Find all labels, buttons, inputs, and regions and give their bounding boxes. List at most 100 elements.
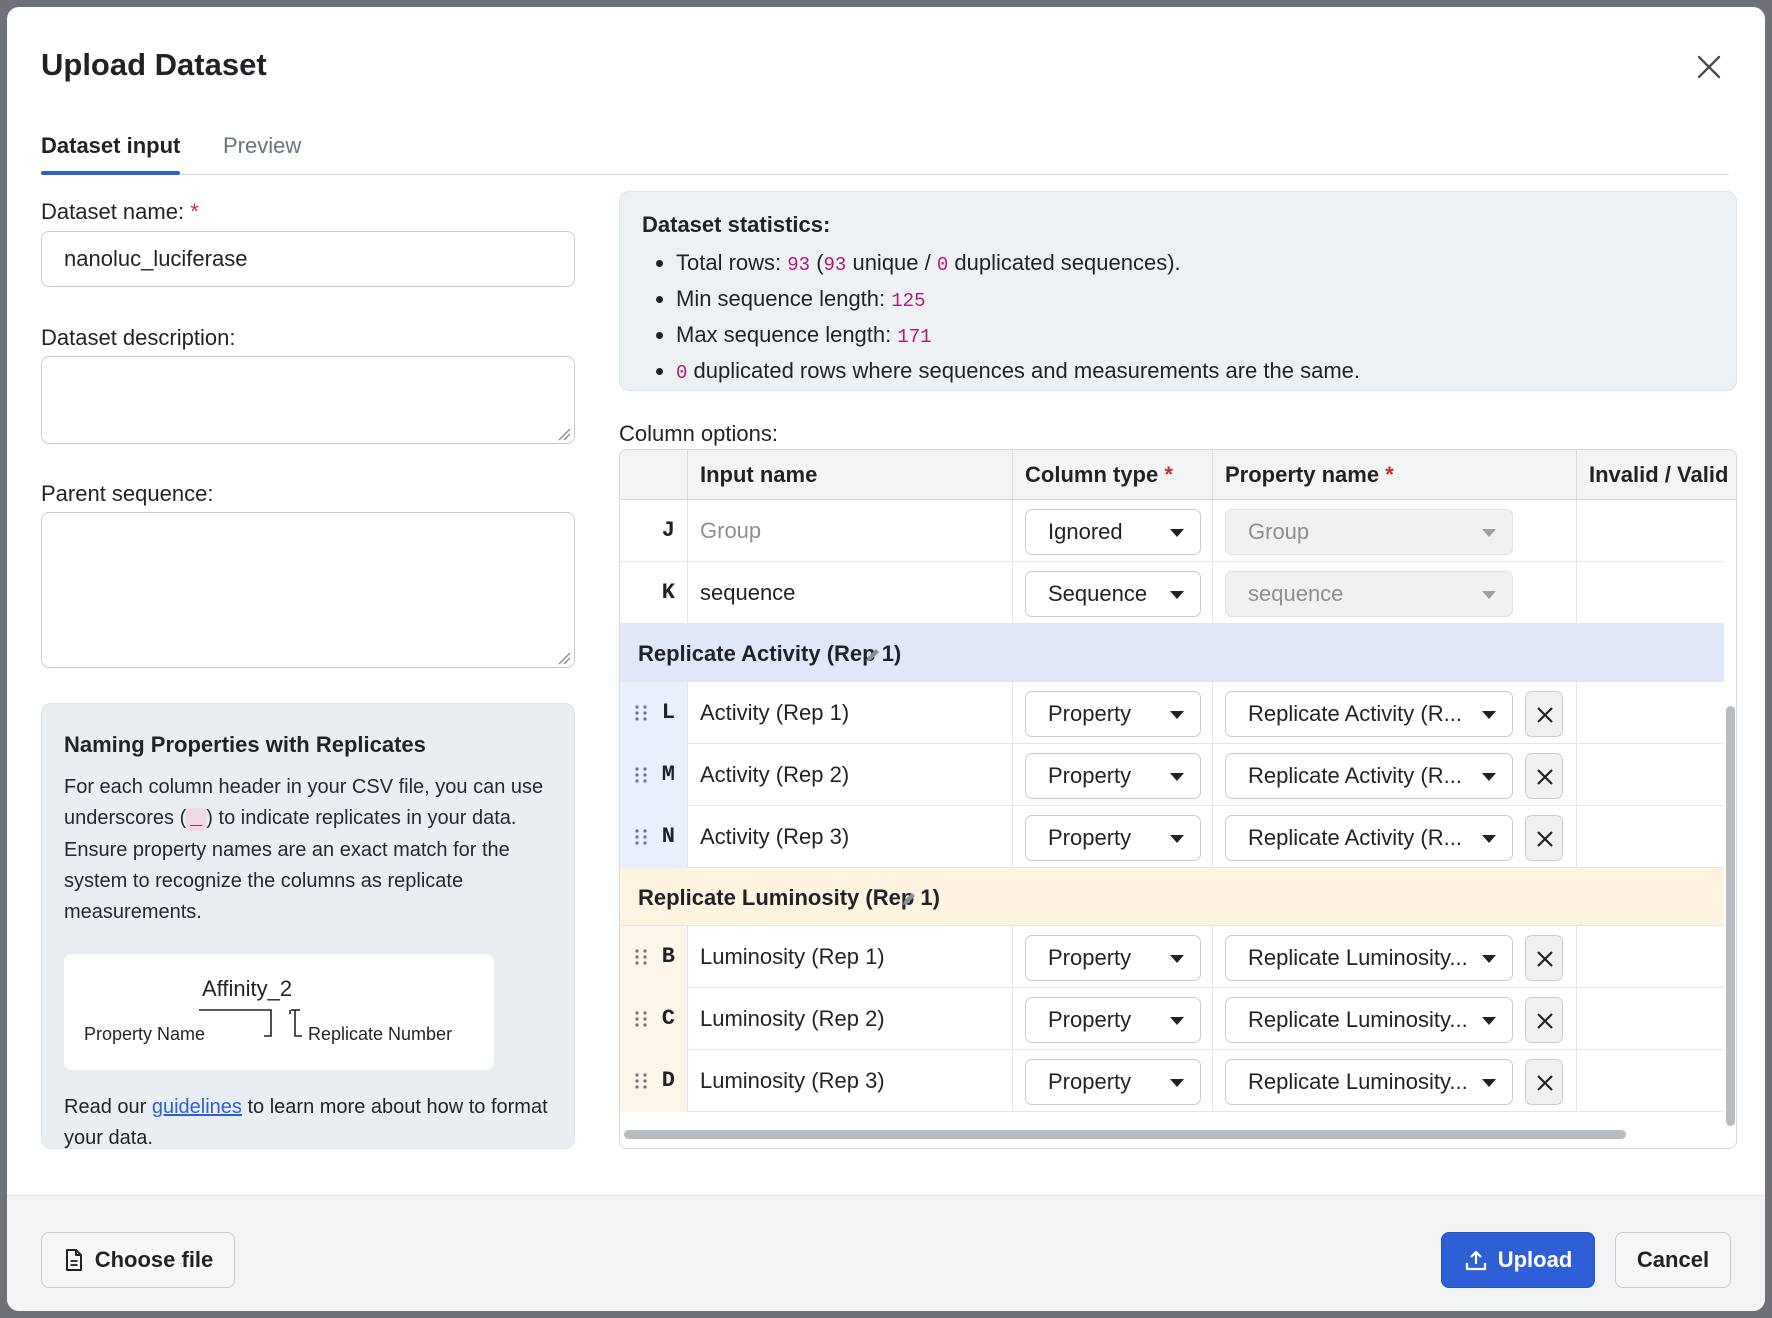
choose-file-button[interactable]: Choose file [41,1232,235,1288]
table-header: Input name Column type * Property name *… [620,450,1736,500]
drag-handle-icon[interactable] [634,704,648,722]
chevron-down-icon [1170,1017,1184,1025]
replicate-diagram: Affinity_2 Property Name Replicate Numbe… [64,954,494,1070]
column-type-select[interactable]: Property [1025,753,1201,799]
row-validity [1577,562,1724,624]
horizontal-scrollbar-thumb[interactable] [624,1130,1626,1139]
row-input-name: Activity (Rep 1) [688,682,1013,744]
chevron-down-icon [1482,591,1496,599]
dataset-statistics-panel: Dataset statistics: Total rows: 93 (93 u… [619,191,1737,391]
parent-sequence-label: Parent sequence: [41,481,214,506]
close-icon [1697,55,1721,79]
row-validity [1577,500,1724,562]
drag-handle-icon[interactable] [634,1072,648,1090]
stat-total-rows: Total rows: 93 (93 unique / 0 duplicated… [676,246,1714,282]
property-name-select[interactable]: Replicate Luminosity... [1225,935,1513,981]
info-body: For each column header in your CSV file,… [64,776,544,923]
chevron-down-icon [1170,1079,1184,1087]
row-input-name: Luminosity (Rep 2) [688,988,1013,1050]
property-name-select[interactable]: Replicate Luminosity... [1225,997,1513,1043]
group-title: Replicate Activity (Rep 1) [638,641,902,666]
diagram-replicate-number: Replicate Number [308,1024,453,1044]
drag-handle-icon[interactable] [634,1010,648,1028]
remove-property-button[interactable] [1525,753,1563,799]
property-name-select[interactable]: Replicate Activity (R... [1225,691,1513,737]
row-letter: D [620,1050,688,1112]
required-mark: * [190,199,199,224]
column-type-select[interactable]: Property [1025,815,1201,861]
row-column-type: Property [1013,1050,1213,1112]
row-input-name: Luminosity (Rep 3) [688,1050,1013,1112]
column-type-select[interactable]: Property [1025,691,1201,737]
dataset-name-input[interactable] [41,231,575,287]
row-validity [1577,806,1724,868]
row-validity [1577,988,1724,1050]
guidelines-link[interactable]: guidelines [152,1096,242,1118]
row-letter: K [620,562,688,624]
column-type-select[interactable]: Property [1025,1059,1201,1105]
header-validity: Invalid / Valid [1589,462,1729,487]
dataset-description-textarea[interactable] [41,356,575,444]
property-name-select[interactable]: Replicate Luminosity... [1225,1059,1513,1105]
document-icon [65,1249,82,1271]
property-name-select[interactable]: Replicate Activity (R... [1225,815,1513,861]
row-letter: N [620,806,688,868]
dataset-name-label: Dataset name: * [41,199,199,224]
pencil-icon[interactable] [900,890,918,908]
chevron-down-icon [1482,835,1496,843]
upload-button[interactable]: Upload [1441,1232,1595,1288]
property-name-select[interactable]: Replicate Activity (R... [1225,753,1513,799]
header-column-type: Column type * [1013,450,1213,500]
row-column-type: Sequence [1013,562,1213,624]
table-row: D Luminosity (Rep 3) Property Replicate … [620,1050,1724,1112]
chevron-down-icon [1482,1017,1496,1025]
row-property-name: sequence [1213,562,1577,624]
chevron-down-icon [1170,711,1184,719]
row-column-type: Property [1013,806,1213,868]
tab-dataset-input[interactable]: Dataset input [41,133,181,175]
table-row: K sequence Sequence sequence [620,562,1724,624]
row-validity [1577,926,1724,988]
chevron-down-icon [1482,529,1496,537]
tab-preview[interactable]: Preview [223,133,301,159]
row-validity [1577,1050,1724,1112]
resize-grip-icon[interactable] [557,651,571,665]
column-type-select[interactable]: Ignored [1025,509,1201,555]
vertical-scrollbar-thumb[interactable] [1726,706,1735,1126]
row-column-type: Property [1013,988,1213,1050]
chevron-down-icon [1482,955,1496,963]
table-row: M Activity (Rep 2) Property Replicate Ac… [620,744,1724,806]
stat-duplicated-rows: 0 duplicated rows where sequences and me… [676,354,1714,390]
remove-property-button[interactable] [1525,935,1563,981]
column-type-select[interactable]: Property [1025,997,1201,1043]
chevron-down-icon [1482,711,1496,719]
close-button[interactable] [1689,47,1729,87]
remove-property-button[interactable] [1525,815,1563,861]
stat-min-length: Min sequence length: 125 [676,282,1714,318]
resize-grip-icon[interactable] [557,427,571,441]
remove-property-button[interactable] [1525,1059,1563,1105]
pencil-icon[interactable] [864,646,882,664]
column-type-select[interactable]: Sequence [1025,571,1201,617]
info-title: Naming Properties with Replicates [64,732,426,757]
close-x-icon [1537,707,1553,723]
modal-title: Upload Dataset [41,47,267,82]
property-name-select: sequence [1225,571,1513,617]
drag-handle-icon[interactable] [634,766,648,784]
cancel-button[interactable]: Cancel [1615,1232,1731,1288]
row-input-name: Activity (Rep 3) [688,806,1013,868]
remove-property-button[interactable] [1525,691,1563,737]
row-property-name: Replicate Activity (R... [1213,744,1577,806]
remove-property-button[interactable] [1525,997,1563,1043]
table-row: J Group Ignored Group [620,500,1724,562]
header-letter [620,450,688,500]
column-type-select[interactable]: Property [1025,935,1201,981]
parent-sequence-textarea[interactable] [41,512,575,668]
diagram-bracket-lines [199,1009,302,1037]
drag-handle-icon[interactable] [634,948,648,966]
close-x-icon [1537,769,1553,785]
row-column-type: Property [1013,926,1213,988]
row-property-name: Replicate Activity (R... [1213,806,1577,868]
drag-handle-icon[interactable] [634,828,648,846]
chevron-down-icon [1170,835,1184,843]
